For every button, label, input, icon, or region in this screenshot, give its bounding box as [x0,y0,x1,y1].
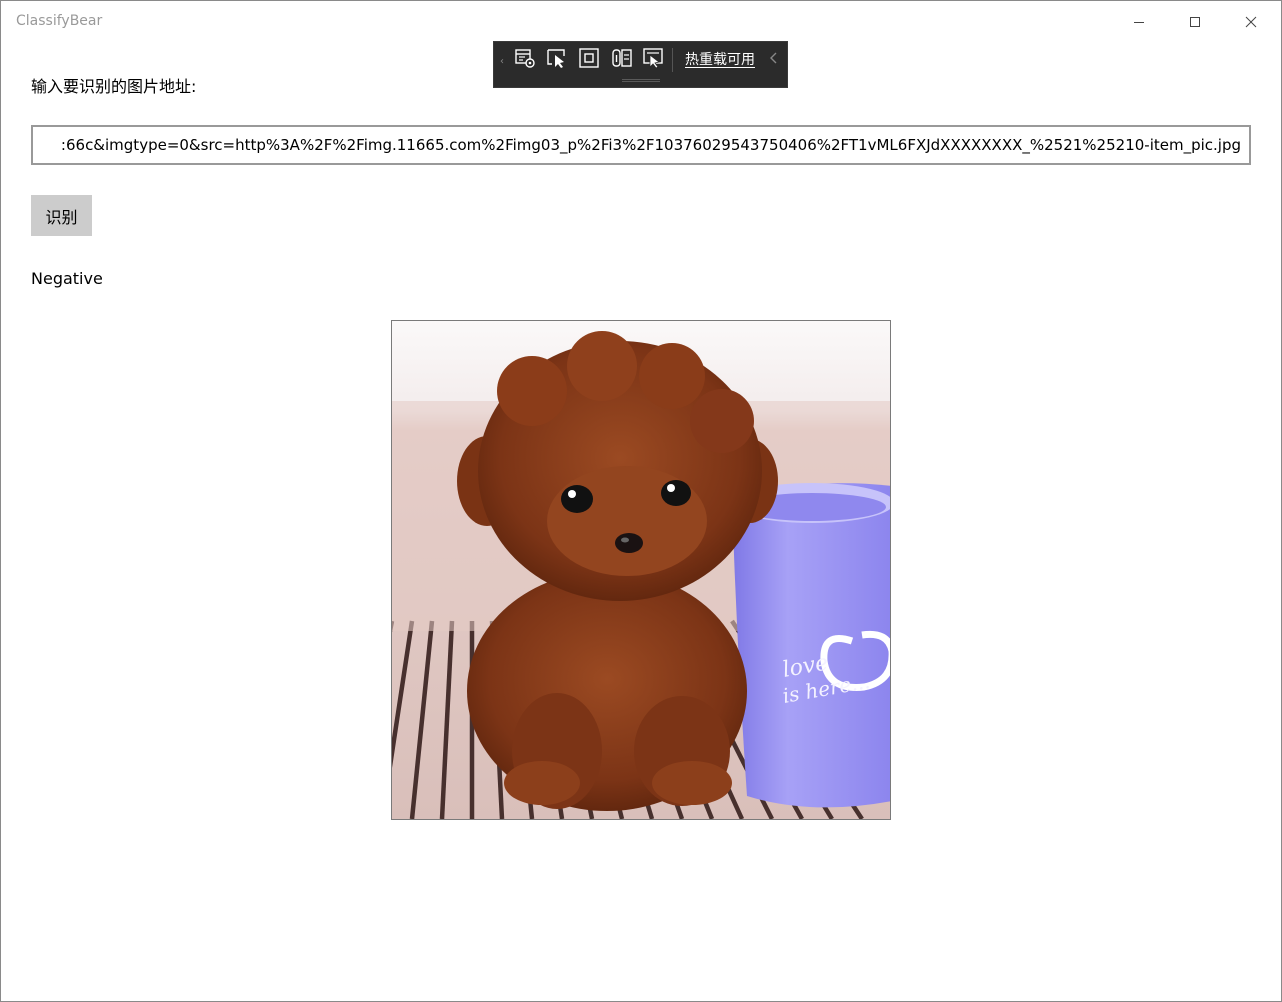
url-field[interactable] [31,125,1251,165]
select-element-icon [546,47,568,73]
title-bar[interactable]: ClassifyBear [1,1,1281,43]
display-layout-adorners-icon [578,47,600,73]
live-visual-tree-button[interactable] [513,48,537,72]
minimize-button[interactable] [1111,1,1167,43]
recognize-button[interactable]: 识别 [31,195,92,236]
toolbar-drag-handle[interactable] [622,79,660,82]
preview-selection-button[interactable] [641,48,665,72]
toolbar-separator [672,48,673,72]
preview-image: love is here... [391,320,891,820]
puppy-photo: love is here... [392,321,890,819]
live-visual-tree-icon [514,47,536,73]
close-icon [1245,16,1257,28]
image-url-input[interactable] [33,127,1249,163]
url-prompt-label: 输入要识别的图片地址: [31,77,197,96]
track-focus-icon [611,47,633,73]
classification-result: Negative [31,269,103,288]
preview-selection-icon [642,47,664,73]
close-button[interactable] [1223,1,1279,43]
collapse-toolbar-icon[interactable] [769,49,779,71]
hot-reload-status[interactable]: 热重载可用 [685,48,755,72]
xaml-debug-toolbar: ‹ 热重载可用 [493,41,788,88]
minimize-icon [1133,16,1145,28]
display-layout-adorners-button[interactable] [577,48,601,72]
app-window: ClassifyBear ‹ 热重载可用 输入要识别的图片地址::66c&im… [0,0,1282,1002]
window-title: ClassifyBear [16,13,103,29]
maximize-icon [1189,16,1201,28]
select-element-button[interactable] [545,48,569,72]
track-focus-button[interactable] [610,48,634,72]
toolbar-grip-icon[interactable]: ‹ [500,56,504,67]
maximize-button[interactable] [1167,1,1223,43]
